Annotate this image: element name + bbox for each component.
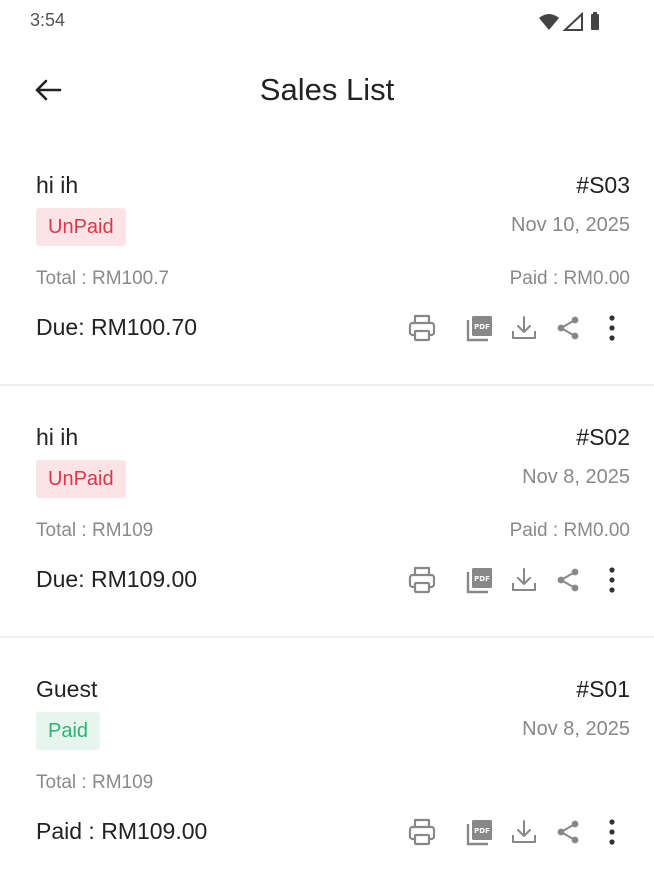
pdf-icon: PDF — [466, 820, 492, 846]
due-amount: Due: RM100.70 — [36, 314, 198, 340]
pdf-button[interactable]: PDF — [460, 812, 500, 852]
status-bar: 3:54 — [0, 0, 654, 44]
customer-name: Guest — [36, 676, 98, 702]
share-button[interactable] — [548, 812, 588, 852]
page-title: Sales List — [259, 72, 395, 107]
customer-name: hi ih — [36, 172, 79, 198]
download-icon — [512, 820, 536, 843]
sale-date: Nov 8, 2025 — [522, 718, 630, 740]
status-badge: Paid — [36, 712, 101, 750]
download-button[interactable] — [504, 560, 544, 600]
sales-list: hi ih #S03 UnPaid Nov 10, 2025 Total : R… — [0, 134, 654, 890]
paid-amount: Paid : RM109.00 — [36, 818, 208, 844]
customer-name: hi ih — [36, 424, 79, 450]
total-amount: Total : RM109 — [36, 520, 154, 541]
paid-amount: Paid : RM0.00 — [509, 520, 630, 541]
wifi-icon — [539, 14, 559, 30]
status-time: 3:54 — [30, 10, 66, 30]
print-icon — [408, 818, 436, 846]
invoice-number: #S01 — [576, 676, 630, 702]
more-vert-icon — [609, 315, 615, 341]
paid-amount: Paid : RM0.00 — [509, 268, 630, 289]
svg-text:PDF: PDF — [474, 323, 490, 331]
sale-actions: PDF — [402, 558, 632, 602]
invoice-number: #S03 — [576, 172, 630, 198]
sale-actions: PDF — [402, 810, 632, 854]
status-badge: UnPaid — [36, 460, 126, 498]
print-button[interactable] — [402, 308, 442, 348]
download-button[interactable] — [504, 308, 544, 348]
pdf-icon: PDF — [466, 316, 492, 342]
more-vert-icon — [609, 819, 615, 845]
pdf-icon: PDF — [466, 568, 492, 594]
print-icon — [408, 314, 436, 342]
download-button[interactable] — [504, 812, 544, 852]
share-button[interactable] — [548, 308, 588, 348]
more-vert-icon — [609, 567, 615, 593]
status-icons — [538, 11, 618, 32]
app-bar: Sales List — [0, 44, 654, 134]
sale-card[interactable]: Guest #S01 Paid Nov 8, 2025 Total : RM10… — [0, 638, 654, 890]
pdf-button[interactable]: PDF — [460, 308, 500, 348]
sale-date: Nov 10, 2025 — [511, 214, 630, 236]
signal-icon — [562, 11, 583, 31]
sale-actions: PDF — [402, 306, 632, 350]
share-icon — [557, 820, 579, 844]
print-icon — [408, 566, 436, 594]
total-amount: Total : RM100.7 — [36, 268, 170, 289]
svg-text:PDF: PDF — [474, 827, 490, 835]
total-amount: Total : RM109 — [36, 772, 154, 793]
svg-text:PDF: PDF — [474, 575, 490, 583]
share-icon — [557, 316, 579, 340]
print-button[interactable] — [402, 560, 442, 600]
due-amount: Due: RM109.00 — [36, 566, 198, 592]
download-icon — [512, 316, 536, 339]
sale-date: Nov 8, 2025 — [522, 466, 630, 488]
battery-icon — [591, 12, 599, 30]
share-icon — [557, 568, 579, 592]
print-button[interactable] — [402, 812, 442, 852]
more-options-button[interactable] — [592, 560, 632, 600]
invoice-number: #S02 — [576, 424, 630, 450]
sale-card[interactable]: hi ih #S02 UnPaid Nov 8, 2025 Total : RM… — [0, 386, 654, 638]
download-icon — [512, 568, 536, 591]
more-options-button[interactable] — [592, 812, 632, 852]
status-badge: UnPaid — [36, 208, 126, 246]
pdf-button[interactable]: PDF — [460, 560, 500, 600]
share-button[interactable] — [548, 560, 588, 600]
sale-card[interactable]: hi ih #S03 UnPaid Nov 10, 2025 Total : R… — [0, 134, 654, 386]
more-options-button[interactable] — [592, 308, 632, 348]
